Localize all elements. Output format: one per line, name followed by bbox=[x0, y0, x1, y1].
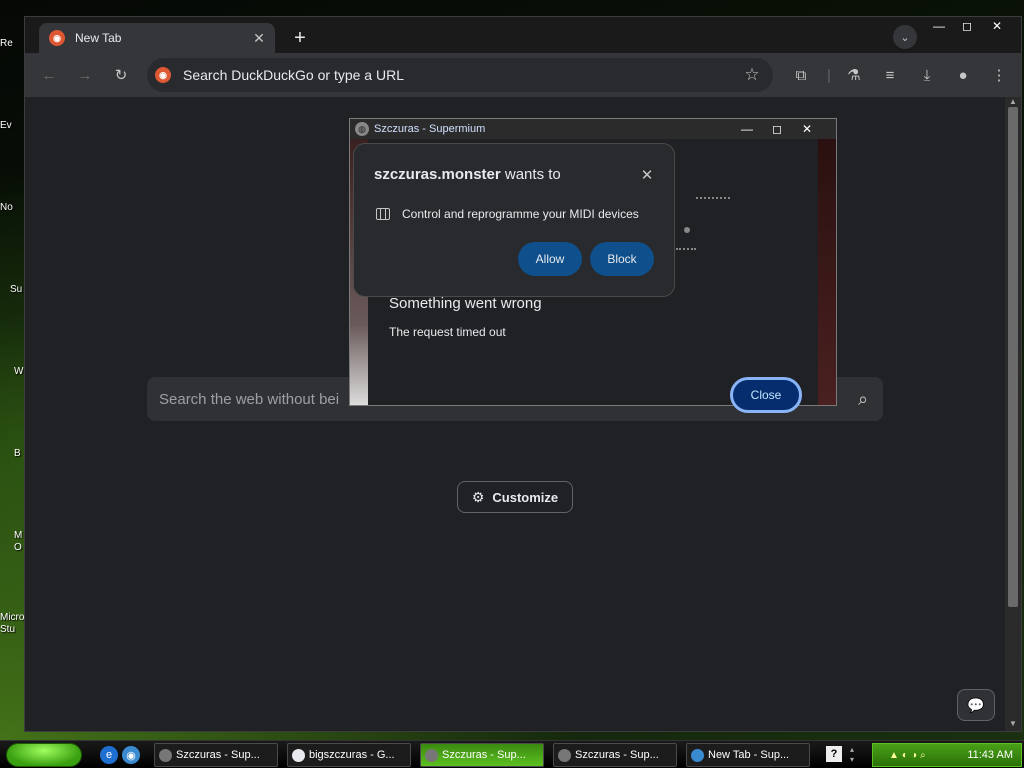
taskbar-item[interactable]: Szczuras - Sup... bbox=[420, 743, 544, 767]
feedback-icon[interactable]: 💬 bbox=[957, 689, 995, 721]
taskbar-item[interactable]: Szczuras - Sup... bbox=[553, 743, 677, 767]
duckduckgo-icon: ◉ bbox=[49, 30, 65, 46]
back-icon[interactable]: ← bbox=[37, 63, 61, 87]
decorative-dots bbox=[676, 248, 696, 250]
popup-background-image bbox=[818, 139, 836, 405]
desktop-icon-label[interactable]: Micro Stu bbox=[0, 612, 24, 636]
globe-icon bbox=[159, 748, 172, 762]
media-icon[interactable]: ≡ bbox=[878, 63, 902, 87]
download-icon[interactable]: ⤓ bbox=[915, 63, 939, 87]
close-button[interactable]: Close bbox=[730, 377, 802, 413]
scrollbar[interactable]: ▲ ▼ bbox=[1005, 97, 1021, 731]
close-icon[interactable]: ✕ bbox=[636, 164, 658, 186]
maximize-button[interactable]: ◻ bbox=[762, 120, 792, 138]
taskbar-item-label: bigszczuras - G... bbox=[309, 749, 395, 761]
chrome-icon bbox=[292, 748, 305, 762]
browser-icon[interactable]: ◉ bbox=[122, 746, 140, 764]
desktop-icon-label[interactable]: Ev bbox=[0, 120, 24, 131]
chevron-down-icon[interactable]: ⌄ bbox=[893, 25, 917, 49]
star-icon[interactable]: ☆ bbox=[741, 64, 763, 86]
reload-icon[interactable]: ↻ bbox=[109, 63, 133, 87]
scroll-arrows-icon[interactable]: ▴ ▾ bbox=[850, 745, 854, 765]
clock[interactable]: 11:43 AM bbox=[967, 749, 1013, 761]
maximize-button[interactable]: ◻ bbox=[953, 17, 981, 35]
address-bar[interactable]: ◉ Search DuckDuckGo or type a URL ☆ bbox=[147, 58, 773, 92]
toolbar: ← → ↻ ◉ Search DuckDuckGo or type a URL … bbox=[25, 53, 1021, 97]
taskbar-item[interactable]: bigszczuras - G... bbox=[287, 743, 411, 767]
permission-description: Control and reprogramme your MIDI device… bbox=[402, 207, 639, 221]
permission-origin: szczuras.monster bbox=[374, 166, 501, 183]
customize-button[interactable]: ⚙ Customize bbox=[457, 481, 573, 513]
permission-suffix: wants to bbox=[500, 166, 561, 183]
browser-icon bbox=[691, 748, 704, 762]
globe-icon bbox=[425, 748, 438, 762]
permission-title: szczuras.monster wants to bbox=[374, 166, 561, 183]
new-tab-button[interactable]: + bbox=[287, 25, 313, 51]
profile-icon[interactable]: ● bbox=[951, 63, 975, 87]
toolbar-divider: | bbox=[827, 66, 831, 84]
taskbar-item-label: New Tab - Sup... bbox=[708, 749, 790, 761]
popup-title: Szczuras - Supermium bbox=[374, 123, 486, 135]
minimize-button[interactable]: — bbox=[732, 120, 762, 138]
taskbar-item-label: Szczuras - Sup... bbox=[442, 749, 526, 761]
block-button[interactable]: Block bbox=[590, 242, 654, 276]
desktop-icon-label[interactable]: No bbox=[0, 202, 24, 213]
close-icon[interactable]: ✕ bbox=[249, 28, 269, 48]
customize-label: Customize bbox=[492, 489, 559, 505]
duckduckgo-icon: ◉ bbox=[155, 67, 171, 83]
midi-icon bbox=[376, 208, 390, 220]
decorative-dots bbox=[696, 197, 730, 199]
tray-icons[interactable]: ▲◐◑⌕ bbox=[889, 750, 929, 761]
system-tray: ▲◐◑⌕ 11:43 AM bbox=[872, 743, 1022, 767]
popup-titlebar[interactable]: ◍ Szczuras - Supermium — ◻ ✕ bbox=[350, 119, 836, 139]
tab-strip: ◉ New Tab ✕ + ⌄ — ◻ ✕ bbox=[25, 17, 1021, 53]
menu-icon[interactable]: ⋮ bbox=[987, 63, 1011, 87]
error-message: The request timed out bbox=[389, 325, 506, 339]
decorative-dot bbox=[684, 227, 690, 233]
taskbar-item-label: Szczuras - Sup... bbox=[176, 749, 260, 761]
scroll-thumb[interactable] bbox=[1008, 107, 1018, 607]
help-icon[interactable]: ? bbox=[826, 746, 842, 762]
minimize-button[interactable]: — bbox=[925, 17, 953, 35]
scroll-down-arrow[interactable]: ▼ bbox=[1007, 719, 1019, 729]
desktop-icon-label[interactable]: Re bbox=[0, 38, 24, 49]
globe-icon: ◍ bbox=[355, 122, 369, 136]
window-close-button[interactable]: ✕ bbox=[983, 17, 1011, 35]
taskbar-item[interactable]: Szczuras - Sup... bbox=[154, 743, 278, 767]
error-title: Something went wrong bbox=[389, 295, 542, 312]
popup-close-button[interactable]: ✕ bbox=[792, 120, 822, 138]
sliders-icon: ⚙ bbox=[471, 488, 485, 505]
start-button[interactable] bbox=[6, 743, 82, 767]
taskbar: e ◉ Szczuras - Sup... bigszczuras - G...… bbox=[0, 740, 1024, 768]
internet-explorer-icon[interactable]: e bbox=[100, 746, 118, 764]
globe-icon bbox=[558, 748, 571, 762]
address-bar-text: Search DuckDuckGo or type a URL bbox=[183, 67, 404, 83]
allow-button[interactable]: Allow bbox=[518, 242, 582, 276]
taskbar-item-label: Szczuras - Sup... bbox=[575, 749, 659, 761]
taskbar-item[interactable]: New Tab - Sup... bbox=[686, 743, 810, 767]
forward-icon[interactable]: → bbox=[73, 63, 97, 87]
flask-icon[interactable]: ⚗ bbox=[842, 63, 866, 87]
tab-title: New Tab bbox=[75, 31, 122, 45]
permission-prompt: szczuras.monster wants to ✕ Control and … bbox=[353, 143, 675, 297]
tab-new-tab[interactable]: ◉ New Tab ✕ bbox=[39, 23, 275, 53]
search-icon[interactable]: ⌕ bbox=[843, 379, 883, 419]
extensions-icon[interactable]: ⧉ bbox=[789, 63, 813, 87]
scroll-up-arrow[interactable]: ▲ bbox=[1007, 97, 1019, 107]
